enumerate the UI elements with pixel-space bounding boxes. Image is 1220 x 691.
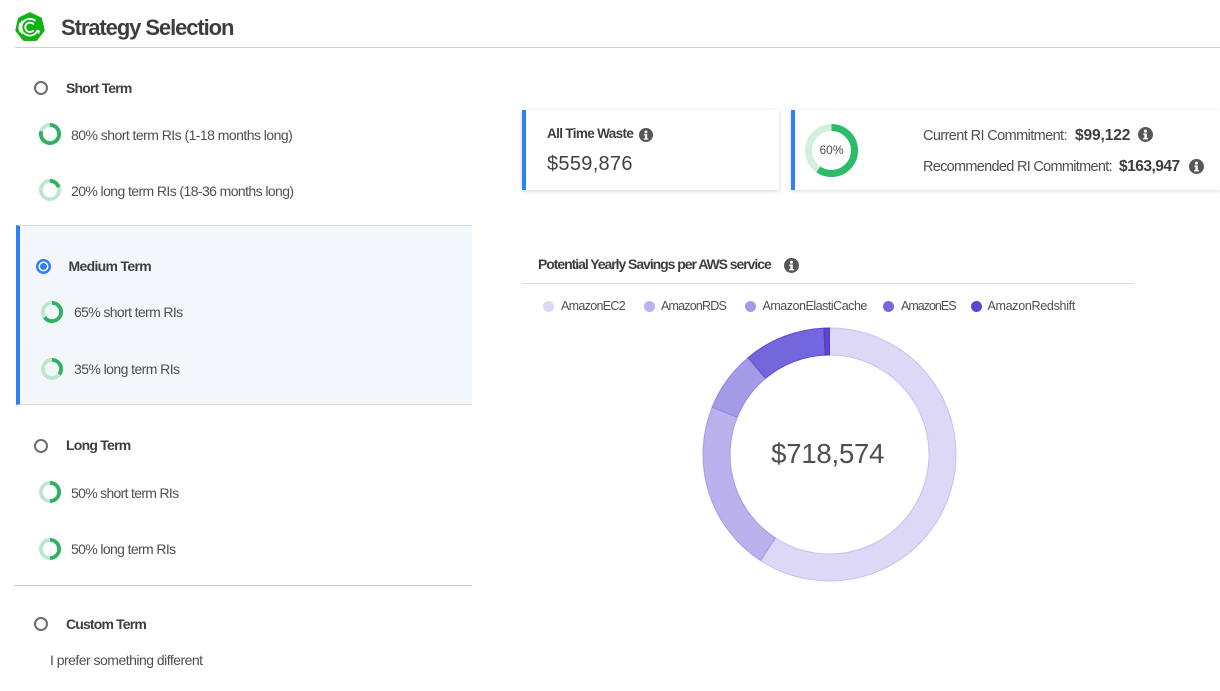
svg-text:60%: 60% <box>819 143 843 157</box>
